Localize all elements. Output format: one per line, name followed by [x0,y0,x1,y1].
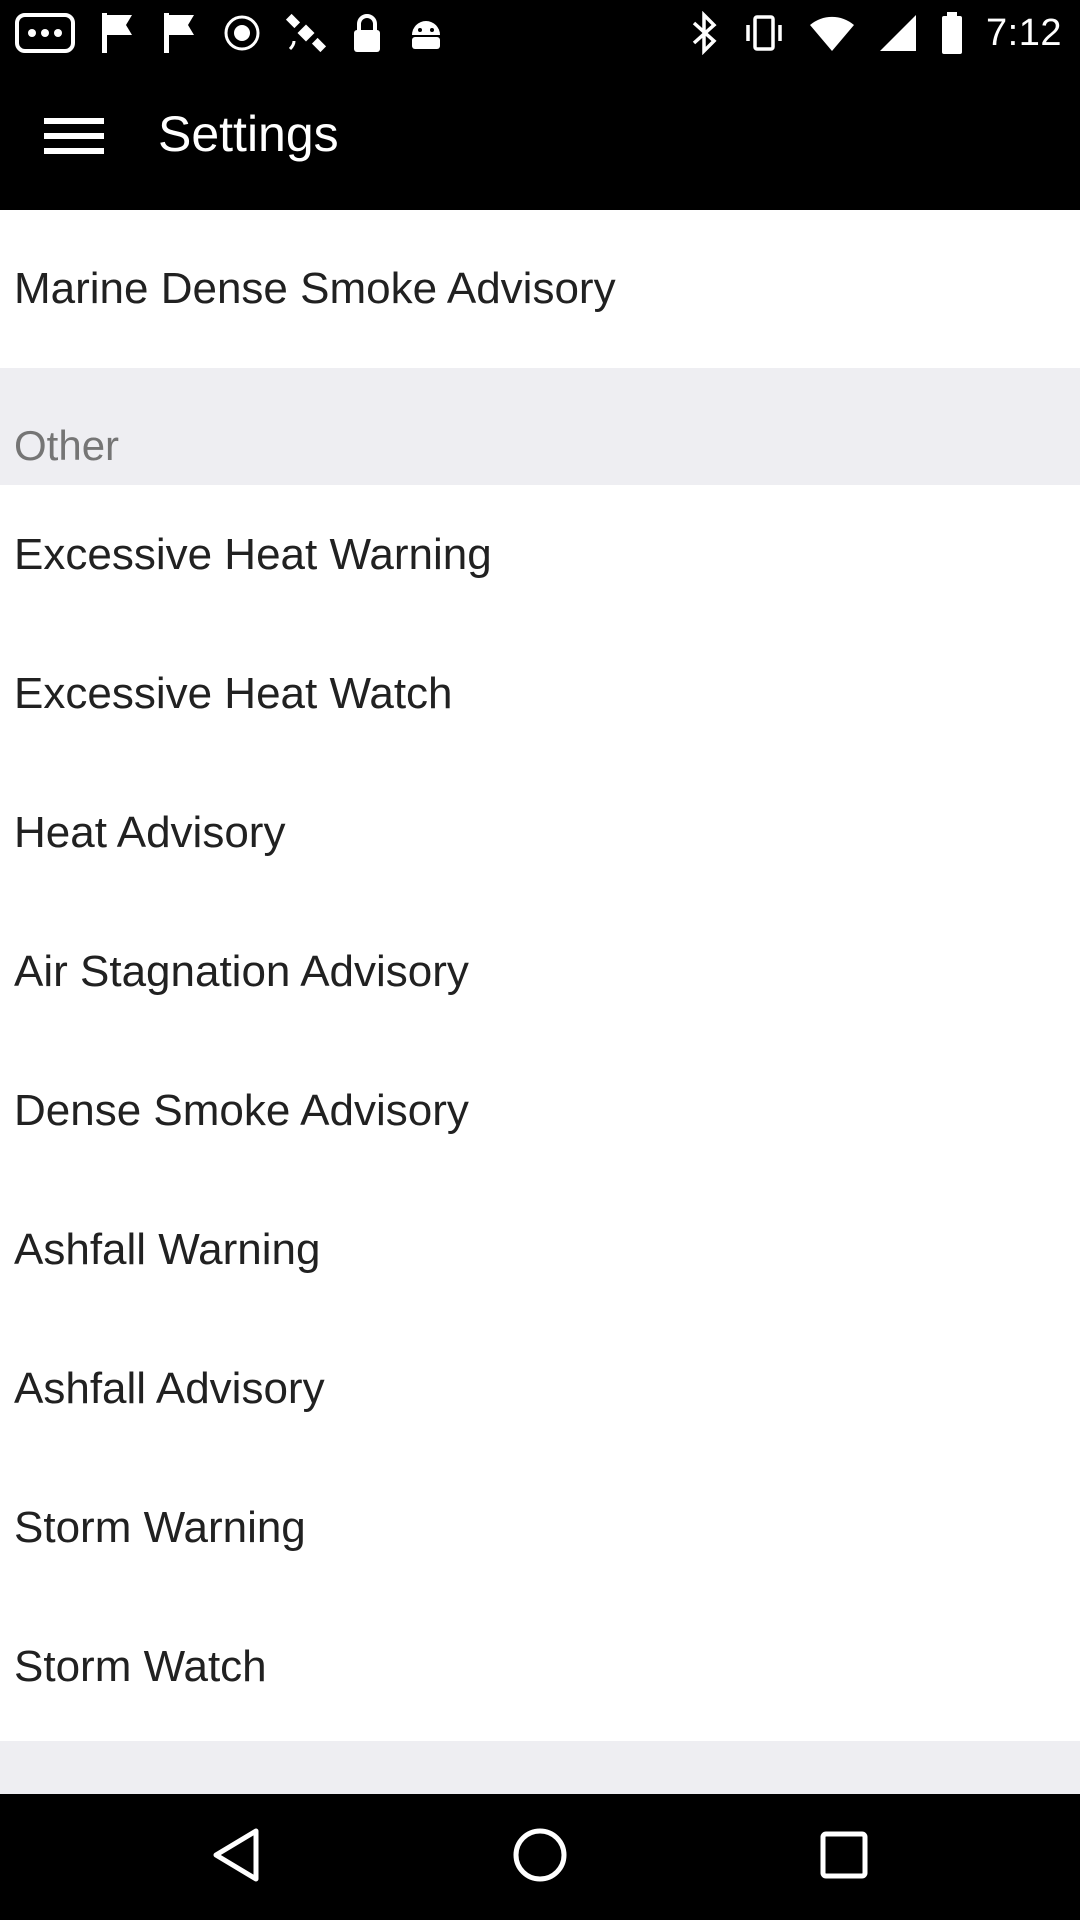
app-bar: Settings [0,66,1080,210]
satellite-icon [284,11,328,55]
list-item-heat-advisory[interactable]: Heat Advisory [0,763,1080,902]
list-item-label: Ashfall Warning [14,1224,321,1274]
recents-icon [818,1829,870,1886]
list-item-excessive-heat-warning[interactable]: Excessive Heat Warning [0,485,1080,624]
wifi-icon [808,13,856,53]
status-time: 7:12 [986,11,1062,54]
list-item-storm-warning[interactable]: Storm Warning [0,1458,1080,1597]
bluetooth-icon [690,11,720,55]
list-item-dense-smoke-advisory[interactable]: Dense Smoke Advisory [0,1041,1080,1180]
navigation-bar [0,1794,1080,1920]
android-icon [406,13,446,53]
list-item-storm-watch[interactable]: Storm Watch [0,1597,1080,1736]
status-bar: 7:12 [0,0,1080,66]
list-item-excessive-heat-watch[interactable]: Excessive Heat Watch [0,624,1080,763]
screen: 7:12 Settings Marine Dense Smoke Advisor… [0,0,1080,1920]
recents-button[interactable] [804,1817,884,1897]
notification-flag-icon [160,11,200,55]
section-header-label: Other [14,422,120,469]
page-title: Settings [158,106,339,162]
lock-icon [350,12,384,54]
signal-icon [878,13,918,53]
settings-list: Marine Dense Smoke Advisory Other Excess… [0,210,1080,1794]
list-item-marine-dense-smoke-advisory[interactable]: Marine Dense Smoke Advisory [0,210,1080,368]
hamburger-menu-icon [44,116,104,161]
menu-button[interactable] [26,96,122,180]
list-item-label: Dense Smoke Advisory [14,1085,469,1135]
list-item-label: Storm Warning [14,1502,306,1552]
list-item-ashfall-warning[interactable]: Ashfall Warning [0,1180,1080,1319]
list-item-air-stagnation-advisory[interactable]: Air Stagnation Advisory [0,902,1080,1041]
list-item-label: Excessive Heat Warning [14,529,492,579]
back-button[interactable] [196,1817,276,1897]
battery-icon [940,11,964,55]
list-item-label: Air Stagnation Advisory [14,946,469,996]
back-icon [208,1825,264,1890]
home-button[interactable] [500,1817,580,1897]
list-item-label: Heat Advisory [14,807,286,857]
messages-icon [14,12,76,54]
notification-flag-icon [98,11,138,55]
list-item-label: Marine Dense Smoke Advisory [14,264,616,313]
list-item-label: Excessive Heat Watch [14,668,453,718]
section-header-other: Other [0,368,1080,485]
list-item-ashfall-advisory[interactable]: Ashfall Advisory [0,1319,1080,1458]
vibrate-icon [742,11,786,55]
list-item-label: Ashfall Advisory [14,1363,325,1413]
list-item-label: Storm Watch [14,1641,267,1691]
status-right-icons: 7:12 [690,10,1062,56]
radio-icon [222,13,262,53]
home-icon [510,1825,570,1890]
section-header-partial [0,1741,1080,1794]
status-left-icons [14,10,446,56]
